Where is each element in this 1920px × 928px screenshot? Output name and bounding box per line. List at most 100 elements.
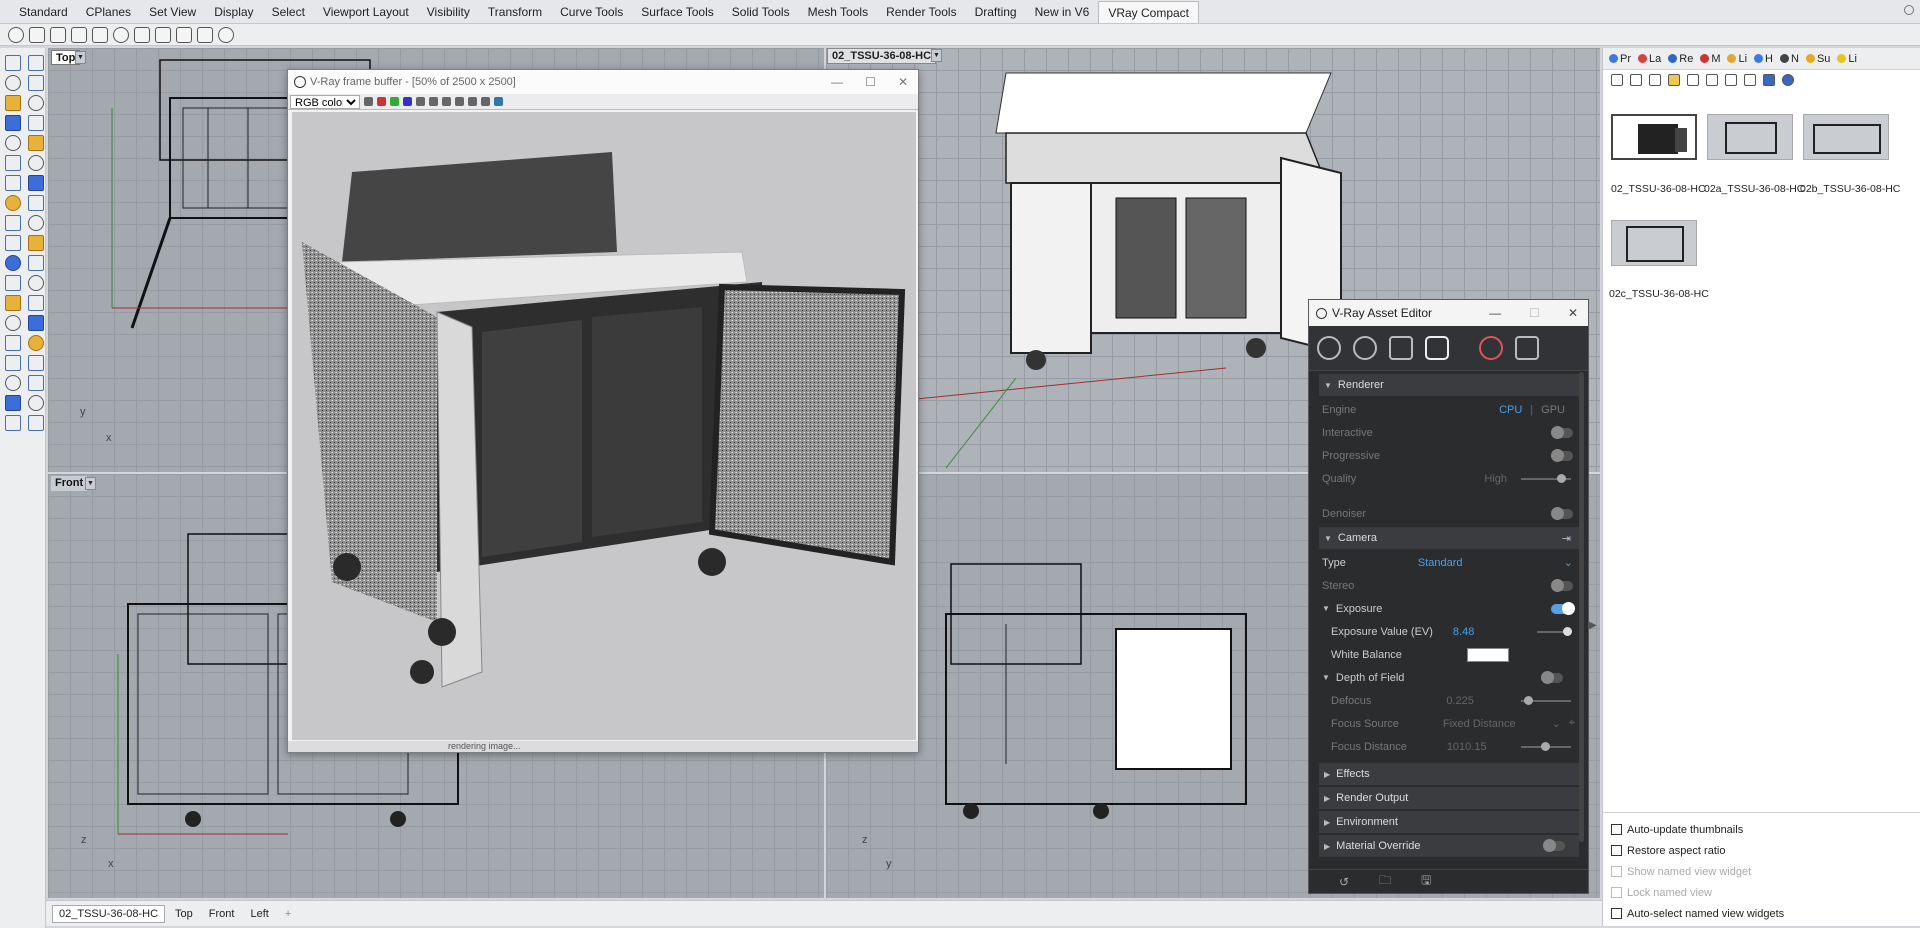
scale-tool-icon[interactable]	[28, 315, 44, 331]
fur-icon[interactable]	[197, 26, 213, 43]
panel-tab-named-views[interactable]: N	[1778, 53, 1801, 65]
mirror-tool-icon[interactable]	[5, 335, 21, 351]
mesh-light-icon[interactable]	[155, 26, 171, 43]
polyline-tool-icon[interactable]	[5, 75, 21, 91]
named-view-thumb-1[interactable]	[1707, 114, 1793, 160]
curve-tool-icon[interactable]	[28, 75, 44, 91]
green-channel-icon[interactable]	[390, 97, 399, 106]
panel-expand-icon[interactable]: ▶	[1589, 620, 1597, 631]
frame-buffer-icon[interactable]	[71, 26, 87, 43]
material-override-section-header[interactable]: ▶ Material Override	[1319, 835, 1579, 857]
copy-view-icon[interactable]	[1725, 74, 1737, 86]
dof-toggle[interactable]	[1541, 670, 1563, 684]
viewport-front-label[interactable]: Front	[51, 476, 88, 491]
ribbon-tab-vray-compact[interactable]: VRay Compact	[1098, 1, 1200, 23]
panel-tab-libraries[interactable]: Li	[1725, 53, 1749, 65]
ribbon-tab-surface-tools[interactable]: Surface Tools	[632, 1, 723, 23]
geometry-icon[interactable]	[1389, 336, 1413, 360]
viewport-tab-front[interactable]: Front	[203, 906, 241, 922]
exposure-header[interactable]: ▼ Exposure	[1319, 597, 1579, 620]
ribbon-tab-mesh-tools[interactable]: Mesh Tools	[799, 1, 877, 23]
copy-tool-icon[interactable]	[28, 295, 44, 311]
import-view-icon[interactable]	[1706, 74, 1718, 86]
restore-aspect-ratio-checkbox[interactable]: Restore aspect ratio	[1611, 840, 1911, 861]
panel-tab-properties[interactable]: Pr	[1607, 53, 1633, 65]
save-icon[interactable]: 🖫	[1421, 871, 1431, 892]
dimension-tool-icon[interactable]	[5, 355, 21, 371]
interactive-toggle[interactable]	[1551, 425, 1573, 439]
viewport-tab-top[interactable]: Top	[169, 906, 199, 922]
minimize-icon[interactable]: —	[1489, 306, 1501, 320]
ribbon-tab-set-view[interactable]: Set View	[140, 1, 205, 23]
minimize-icon[interactable]: —	[831, 75, 843, 89]
chevron-down-icon[interactable]: ⌄	[1552, 717, 1561, 730]
restore-view-icon[interactable]	[1687, 74, 1699, 86]
defocus-slider[interactable]	[1521, 695, 1571, 705]
trim-tool-icon[interactable]	[5, 255, 21, 271]
ellipse-tool-icon[interactable]	[5, 135, 21, 151]
exposure-slider[interactable]	[1537, 626, 1572, 636]
thumbnail-view-icon[interactable]	[1763, 74, 1775, 86]
render-icon[interactable]	[29, 26, 45, 43]
light-icon[interactable]	[113, 26, 129, 43]
engine-cpu-option[interactable]: CPU	[1499, 404, 1522, 416]
viewport-tab-perspective[interactable]: 02_TSSU-36-08-HC	[52, 904, 166, 923]
help-icon[interactable]	[1782, 74, 1794, 86]
rectangle-tool-icon[interactable]	[5, 115, 21, 131]
ribbon-tab-solid-tools[interactable]: Solid Tools	[723, 1, 799, 23]
proxy-icon[interactable]	[176, 26, 192, 43]
camera-section-header[interactable]: ▼ Camera ⇥	[1319, 527, 1579, 549]
asset-editor-icon[interactable]	[92, 26, 108, 43]
panel-tab-lights[interactable]: Li	[1835, 53, 1859, 65]
chevron-down-icon[interactable]: ⌄	[1564, 556, 1573, 569]
named-view-thumb-3[interactable]	[1611, 220, 1697, 266]
ribbon-tab-curve-tools[interactable]: Curve Tools	[551, 1, 632, 23]
properties-tool-icon[interactable]	[28, 375, 44, 391]
revert-icon[interactable]: ↺	[1339, 875, 1349, 889]
viewport-perspective-menu-icon[interactable]: ▼	[931, 49, 942, 62]
lock-named-view-checkbox[interactable]: Lock named view	[1611, 882, 1911, 903]
material-override-toggle[interactable]	[1543, 839, 1565, 852]
vray-logo-icon[interactable]	[8, 26, 24, 43]
lights-icon[interactable]	[1353, 336, 1377, 360]
mono-icon[interactable]	[416, 97, 425, 106]
ribbon-tab-standard[interactable]: Standard	[10, 1, 77, 23]
blue-channel-icon[interactable]	[403, 97, 412, 106]
render-output-section-header[interactable]: ▶ Render Output	[1319, 787, 1579, 809]
delete-view-icon[interactable]	[1649, 74, 1661, 86]
save-view-icon[interactable]	[1611, 74, 1623, 86]
boolean-difference-icon[interactable]	[28, 215, 44, 231]
select-tool-icon[interactable]	[5, 55, 21, 71]
panel-tab-layers[interactable]: La	[1636, 53, 1663, 65]
explode-tool-icon[interactable]	[28, 275, 44, 291]
lens-effects-icon[interactable]	[481, 97, 490, 106]
surface-tool-icon[interactable]	[5, 155, 21, 171]
freeform-tool-icon[interactable]	[28, 135, 44, 151]
viewport-tab-left[interactable]: Left	[244, 906, 274, 922]
quality-slider[interactable]	[1521, 473, 1571, 483]
show-named-view-widget-checkbox[interactable]: Show named view widget	[1611, 861, 1911, 882]
move-tool-icon[interactable]	[5, 295, 21, 311]
ribbon-tab-display[interactable]: Display	[205, 1, 262, 23]
frame-buffer-titlebar[interactable]: V-Ray frame buffer - [50% of 2500 x 2500…	[288, 70, 918, 94]
open-view-icon[interactable]	[1668, 74, 1680, 86]
circle-tool-icon[interactable]	[5, 95, 21, 111]
panel-tab-sun[interactable]: Su	[1804, 53, 1832, 65]
split-tool-icon[interactable]	[28, 255, 44, 271]
settings-gear-icon[interactable]	[1425, 336, 1449, 360]
polygon-tool-icon[interactable]	[28, 115, 44, 131]
maximize-icon[interactable]: ☐	[1529, 306, 1540, 320]
color-correction-icon[interactable]	[494, 97, 503, 106]
camera-reset-icon[interactable]: ⇥	[1562, 532, 1571, 545]
ribbon-tab-select[interactable]: Select	[263, 1, 314, 23]
auto-select-named-view-widgets-checkbox[interactable]: Auto-select named view widgets	[1611, 903, 1911, 924]
panel-tab-render[interactable]: Re	[1666, 53, 1695, 65]
engine-gpu-option[interactable]: GPU	[1541, 404, 1565, 416]
ribbon-tab-cplanes[interactable]: CPlanes	[77, 1, 140, 23]
named-view-thumb-2[interactable]	[1803, 114, 1889, 160]
interactive-render-icon[interactable]	[50, 26, 66, 43]
viewport-perspective-label[interactable]: 02_TSSU-36-08-HC	[827, 48, 937, 64]
close-icon[interactable]: ✕	[898, 75, 908, 89]
options-icon[interactable]	[1904, 5, 1914, 15]
add-viewport-tab-icon[interactable]: +	[279, 906, 297, 922]
